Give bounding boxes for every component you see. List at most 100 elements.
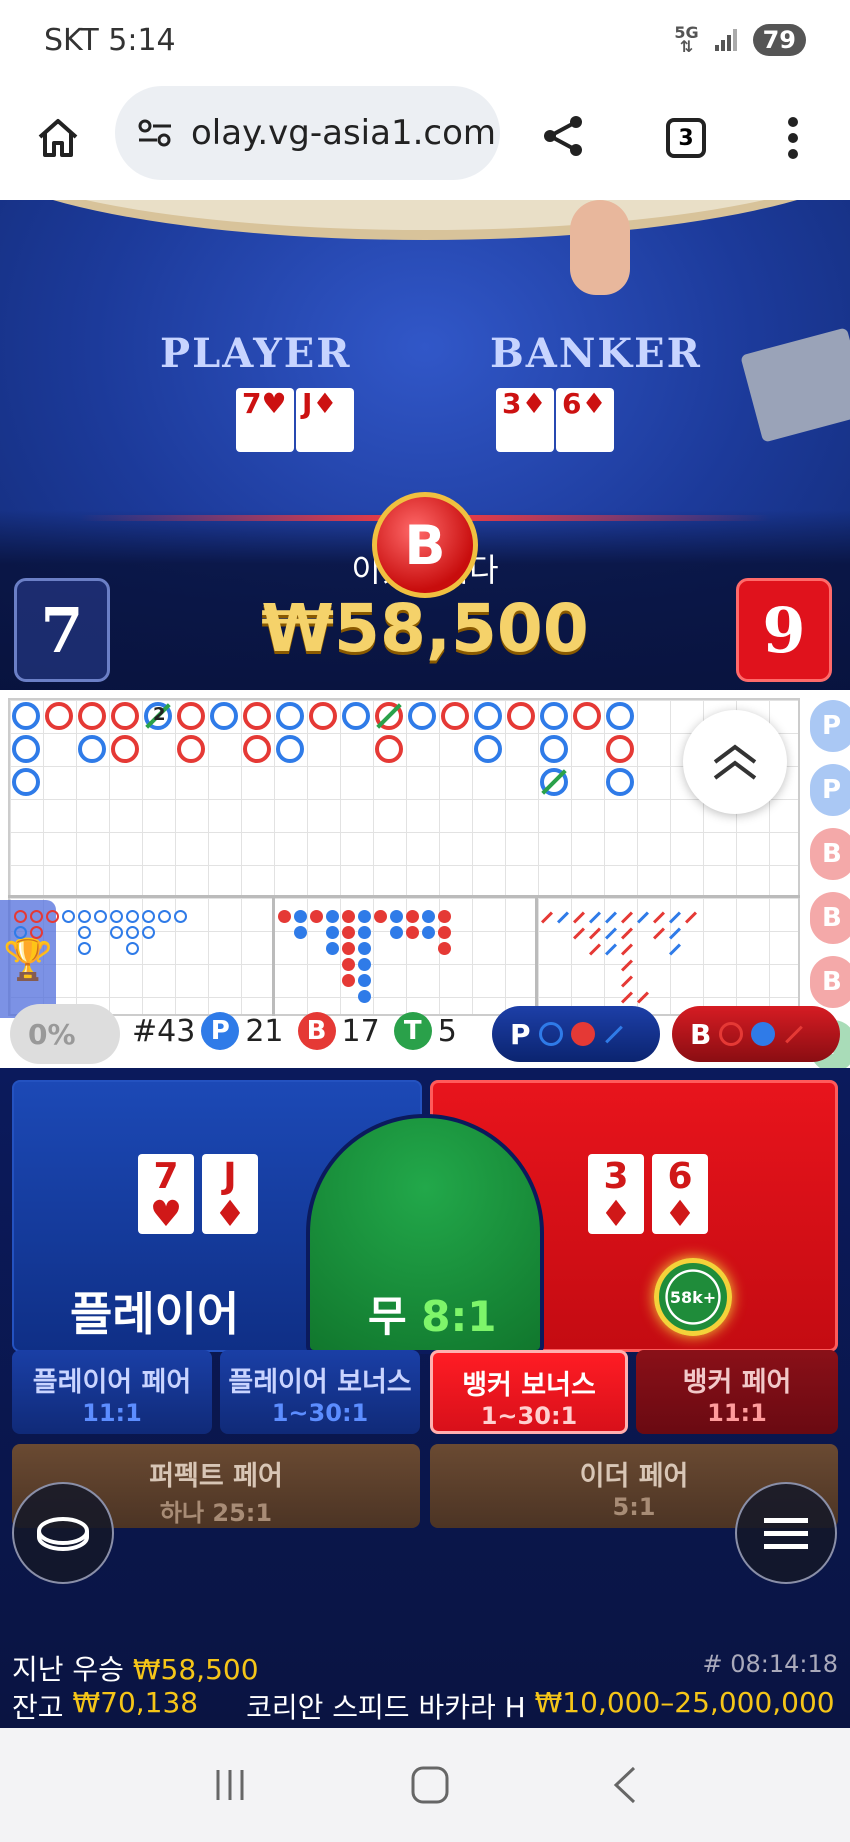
status-bar: SKT 5:14 5G ⇅ 79: [0, 0, 850, 80]
big-eye-mark: [126, 942, 139, 955]
player-pair-label: 플레이어 페어: [32, 1367, 192, 1398]
double-chevron-up-icon: [713, 744, 757, 780]
last-win-label: 지난 우승: [12, 1653, 124, 1686]
system-nav-bar: [0, 1728, 850, 1842]
player-pair-button[interactable]: 플레이어 페어 11:1: [12, 1350, 212, 1434]
banker-bead: [177, 702, 205, 730]
balance-label: 잔고: [12, 1691, 64, 1724]
small-road-mark: [358, 926, 371, 939]
bet-chip[interactable]: 58k+: [654, 1258, 732, 1336]
banker-table-label: BANKER: [490, 330, 702, 377]
round-number: #43: [132, 1013, 196, 1049]
tie-bet-label: 무 8:1: [368, 1292, 497, 1341]
site-settings-icon[interactable]: [135, 117, 175, 149]
banker-pair-button[interactable]: 뱅커 페어 11:1: [636, 1350, 838, 1434]
small-road-mark: [358, 958, 371, 971]
big-eye-mark: [14, 910, 27, 923]
player-bet-label: 플레이어: [70, 1287, 240, 1341]
network-5g-icon: 5G ⇅: [674, 23, 699, 56]
recent-apps-icon[interactable]: [210, 1765, 250, 1805]
small-road-mark: [294, 910, 307, 923]
last-win-amount: ₩58,500: [132, 1653, 259, 1686]
banker-bead: [507, 702, 535, 730]
ask-slash-icon: [785, 1025, 804, 1043]
big-eye-mark: [78, 910, 91, 923]
player-bead: [276, 735, 304, 763]
expand-up-button[interactable]: [683, 710, 787, 814]
side-pill: P: [810, 764, 850, 816]
small-road-mark: [438, 942, 451, 955]
banker-bonus-label: 뱅커 보너스: [462, 1370, 596, 1401]
banker-pair-odds: 11:1: [707, 1399, 767, 1427]
road-separator-1: [272, 898, 275, 1016]
big-eye-mark: [14, 926, 27, 939]
small-road-mark: [390, 926, 403, 939]
tabs-button[interactable]: 3: [658, 110, 714, 166]
big-eye-mark: [78, 926, 91, 939]
banker-bead: [309, 702, 337, 730]
big-eye-mark: [126, 910, 139, 923]
banker-bead: [606, 735, 634, 763]
video-player-card-2: J♦: [296, 388, 354, 452]
live-video: PLAYER BANKER 7♥ J♦ 3♦ 6♦ 이겼습니다 ₩58,500 …: [0, 200, 850, 690]
banker-bead: [573, 702, 601, 730]
small-road-mark: [438, 926, 451, 939]
ask-slash-icon: [604, 1025, 623, 1043]
banker-bead: [45, 702, 73, 730]
big-eye-mark: [142, 910, 155, 923]
small-road-mark: [406, 910, 419, 923]
ask-banker-label: B: [690, 1017, 712, 1051]
menu-button[interactable]: [735, 1482, 837, 1584]
player-bead: [78, 735, 106, 763]
player-bead: [540, 702, 568, 730]
table-rim: [0, 200, 850, 240]
banker-bead: [243, 702, 271, 730]
big-eye-mark: [30, 926, 43, 939]
small-road-mark: [438, 910, 451, 923]
ask-ring-icon: [538, 1022, 563, 1046]
banker-bead: [111, 702, 139, 730]
tie-dot: T: [393, 1012, 432, 1050]
player-card-1: 7 ♥: [138, 1154, 194, 1234]
stats-row: 0% #43 P 21 B 17 T 5 P B: [0, 1000, 850, 1068]
hamburger-icon: [764, 1518, 808, 1549]
banker-count: 17: [341, 1013, 380, 1049]
player-card-2: J ♦: [202, 1154, 258, 1234]
player-bead: [606, 702, 634, 730]
banker-ask-button[interactable]: B: [672, 1006, 840, 1062]
banker-bead: [375, 735, 403, 763]
player-pair-odds: 11:1: [82, 1399, 142, 1427]
small-road-mark: [310, 910, 323, 923]
banker-pair-label: 뱅커 페어: [682, 1367, 792, 1398]
player-ask-button[interactable]: P: [492, 1006, 660, 1062]
carrier-time: SKT 5:14: [44, 22, 176, 58]
player-bead: [276, 702, 304, 730]
small-road-mark: [358, 974, 371, 987]
back-icon[interactable]: [610, 1764, 640, 1806]
banker-bead: [78, 702, 106, 730]
last-win: 지난 우승 ₩58,500: [12, 1648, 259, 1688]
address-bar[interactable]: olay.vg-asia1.com: [115, 86, 500, 180]
win-percent-toggle[interactable]: 0%: [10, 1004, 120, 1064]
small-road-mark: [278, 910, 291, 923]
balance-amount: ₩70,138: [72, 1686, 199, 1719]
banker-score: 9: [736, 578, 832, 682]
home-nav-icon[interactable]: [409, 1764, 451, 1806]
table-name: 코리안 스피드 바카라 H: [246, 1691, 526, 1724]
small-road-mark: [358, 942, 371, 955]
ask-dot-icon: [751, 1022, 776, 1046]
home-icon[interactable]: [30, 110, 86, 166]
big-eye-mark: [94, 910, 107, 923]
player-bonus-odds: 1~30:1: [271, 1399, 369, 1427]
more-options-icon[interactable]: [770, 108, 816, 168]
road-separator: [8, 895, 800, 898]
small-road-mark: [374, 910, 387, 923]
video-banker-card-2: 6♦: [556, 388, 614, 452]
banker-bonus-button[interactable]: 뱅커 보너스 1~30:1: [430, 1350, 628, 1434]
big-eye-mark: [62, 910, 75, 923]
share-icon[interactable]: [535, 108, 591, 164]
player-bonus-button[interactable]: 플레이어 보너스 1~30:1: [220, 1350, 420, 1434]
chat-button[interactable]: [12, 1482, 114, 1584]
round-timecode: # 08:14:18: [702, 1650, 838, 1678]
small-road-mark: [326, 942, 339, 955]
